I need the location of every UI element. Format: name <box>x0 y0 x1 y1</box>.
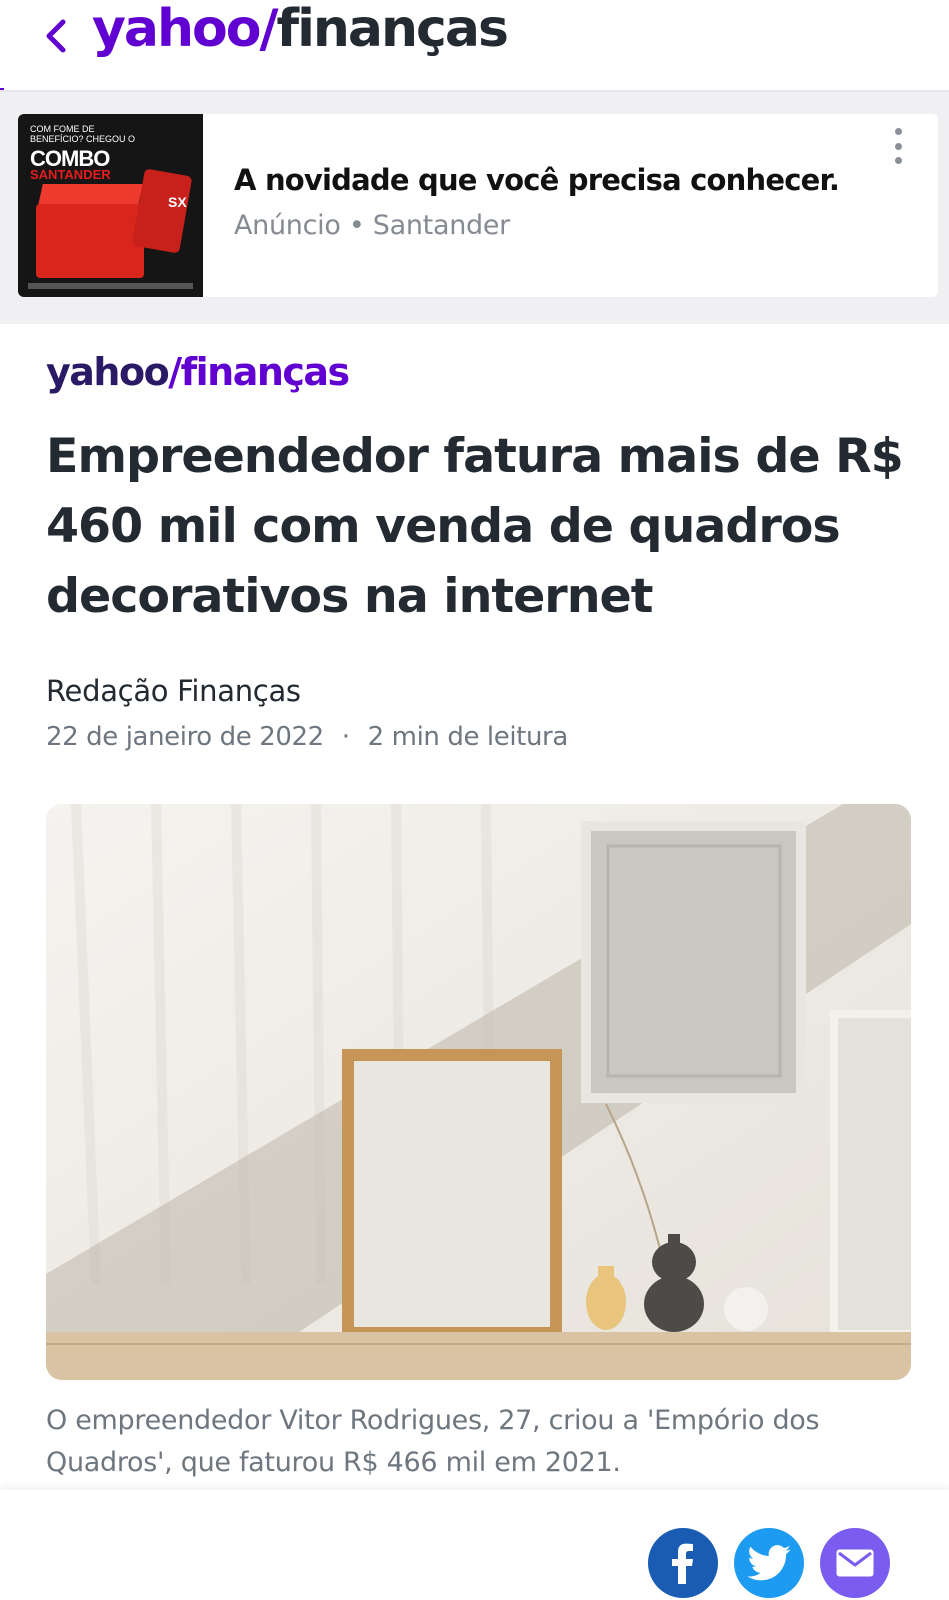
ad-image-fineprint <box>28 283 193 289</box>
yahoo-finance-logo[interactable]: yahoo/finanças <box>92 0 509 64</box>
ad-image-card <box>131 168 193 254</box>
ad-band: COM FOME DE BENEFÍCIO? CHEGOU O COMBO SA… <box>0 92 949 324</box>
kebab-menu-icon <box>894 128 902 135</box>
ad-image-sub: SANTANDER <box>30 167 111 182</box>
ad-image: COM FOME DE BENEFÍCIO? CHEGOU O COMBO SA… <box>18 114 203 297</box>
ad-image-headline: COM FOME DE BENEFÍCIO? CHEGOU O <box>30 124 136 144</box>
article-title: Empreendedor fatura mais de R$ 460 mil c… <box>46 429 904 624</box>
chevron-left-icon <box>46 19 66 53</box>
kebab-dot <box>894 142 902 150</box>
share-facebook-button[interactable] <box>648 1528 718 1598</box>
back-button[interactable] <box>36 16 76 56</box>
brand-slash: / <box>168 350 182 394</box>
logo-slash: / <box>259 0 278 59</box>
ad-image-lunchbox <box>36 204 144 278</box>
logo-yahoo-text: yahoo <box>92 0 261 59</box>
ad-sponsor: Anúncio • Santander <box>234 210 510 241</box>
article-author[interactable]: Redação Finanças <box>46 674 301 708</box>
article-meta: 22 de janeiro de 2022 · 2 min de leitura <box>46 722 568 752</box>
image-caption: O empreendedor Vitor Rodrigues, 27, crio… <box>46 1405 820 1478</box>
meta-separator: · <box>341 722 350 752</box>
top-header: yahoo/finanças <box>0 0 949 92</box>
article-read-time: 2 min de leitura <box>367 722 569 752</box>
share-email-button[interactable] <box>820 1528 890 1598</box>
kebab-dot <box>894 157 902 164</box>
hero-photo-frames <box>46 804 911 1380</box>
article-hero-image <box>46 804 911 1380</box>
ad-image-card-text: SX <box>168 194 187 210</box>
facebook-icon <box>672 1543 693 1584</box>
article-brand-logo: yahoo/finanças <box>46 344 351 400</box>
logo-section-text: finanças <box>276 0 508 59</box>
twitter-icon <box>747 1545 791 1581</box>
share-twitter-button[interactable] <box>734 1528 804 1598</box>
mail-icon <box>836 1549 874 1577</box>
ad-title[interactable]: A novidade que você precisa conhecer. <box>234 163 840 197</box>
ad-more-button[interactable] <box>888 128 908 164</box>
header-accent <box>0 88 4 90</box>
share-bar <box>0 1490 949 1600</box>
article-date: 22 de janeiro de 2022 <box>46 722 324 752</box>
brand-section-text: finanças <box>180 350 351 394</box>
brand-yahoo-text: yahoo <box>46 350 170 394</box>
ad-card[interactable]: COM FOME DE BENEFÍCIO? CHEGOU O COMBO SA… <box>18 114 938 297</box>
